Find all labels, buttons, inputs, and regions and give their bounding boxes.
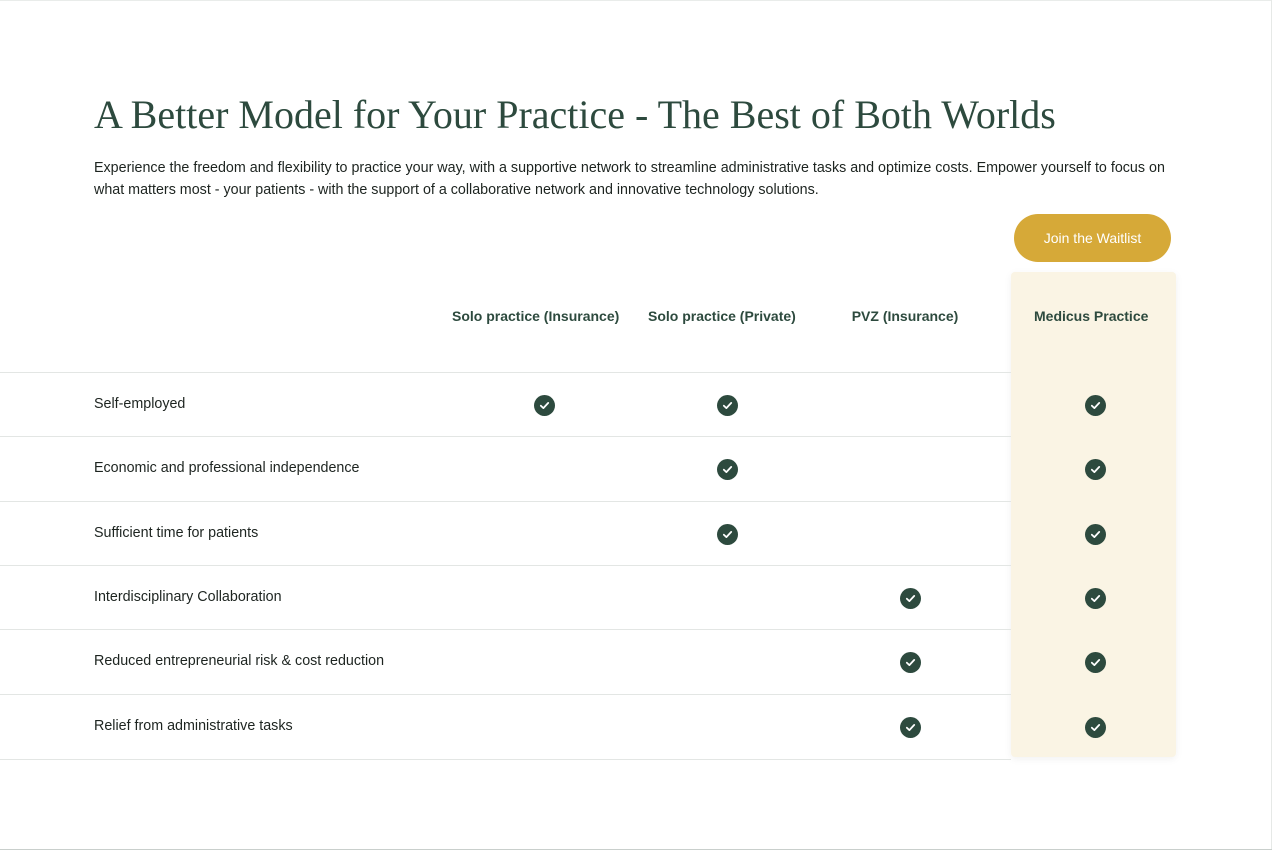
row-label: Economic and professional independence bbox=[94, 460, 360, 476]
row-label: Relief from administrative tasks bbox=[94, 718, 293, 734]
check-circle-icon bbox=[1085, 717, 1106, 738]
medicus-practice-highlight-column bbox=[1011, 272, 1176, 757]
row-label: Interdisciplinary Collaboration bbox=[94, 589, 282, 605]
check-circle-icon bbox=[717, 395, 738, 416]
check-circle-icon bbox=[900, 588, 921, 609]
check-circle-icon bbox=[534, 395, 555, 416]
check-circle-icon bbox=[1085, 652, 1106, 673]
check-circle-icon bbox=[717, 524, 738, 545]
check-circle-icon bbox=[1085, 395, 1106, 416]
column-header-solo-private: Solo practice (Private) bbox=[648, 308, 796, 324]
check-circle-icon bbox=[1085, 588, 1106, 609]
section-intro: Experience the freedom and flexibility t… bbox=[94, 160, 1165, 198]
column-header-pvz-insurance: PVZ (Insurance) bbox=[851, 308, 959, 324]
check-circle-icon bbox=[900, 652, 921, 673]
row-label: Reduced entrepreneurial risk & cost redu… bbox=[94, 653, 385, 669]
check-circle-icon bbox=[1085, 459, 1106, 480]
join-waitlist-button[interactable]: Join the Waitlist bbox=[1014, 214, 1171, 262]
top-divider bbox=[0, 0, 1272, 1]
column-header-solo-insurance: Solo practice (Insurance) bbox=[452, 308, 620, 324]
check-circle-icon bbox=[900, 717, 921, 738]
section-title: A Better Model for Your Practice - The B… bbox=[94, 92, 1056, 137]
check-circle-icon bbox=[1085, 524, 1106, 545]
row-label: Sufficient time for patients bbox=[94, 525, 259, 541]
check-circle-icon bbox=[717, 459, 738, 480]
column-header-medicus-practice: Medicus Practice bbox=[1034, 308, 1149, 324]
row-label: Self-employed bbox=[94, 396, 186, 412]
